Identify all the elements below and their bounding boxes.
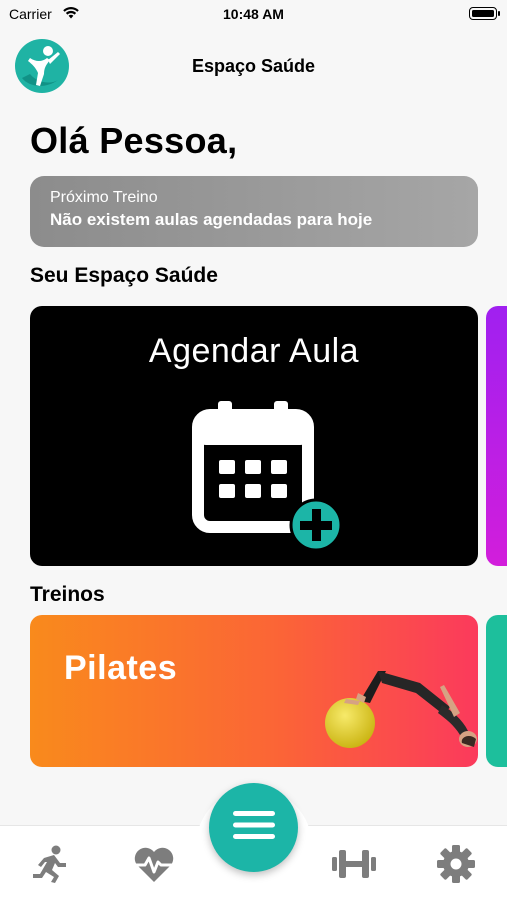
tab-workouts[interactable] bbox=[330, 846, 378, 886]
menu-button[interactable] bbox=[209, 783, 298, 872]
greeting-heading: Olá Pessoa, bbox=[30, 120, 238, 161]
schedule-class-card[interactable]: Agendar Aula bbox=[30, 306, 478, 566]
status-time: 10:48 AM bbox=[223, 6, 284, 22]
dumbbell-icon bbox=[330, 844, 378, 889]
tab-settings[interactable] bbox=[432, 844, 480, 889]
section-title-espaco-saude: Seu Espaço Saúde bbox=[30, 264, 218, 287]
pilates-card[interactable]: Pilates bbox=[30, 615, 478, 767]
schedule-class-title: Agendar Aula bbox=[148, 332, 360, 370]
heartbeat-icon bbox=[131, 844, 177, 889]
calendar-add-icon bbox=[192, 401, 343, 556]
tab-health[interactable] bbox=[130, 846, 178, 886]
gear-icon bbox=[436, 844, 476, 889]
tab-running[interactable] bbox=[26, 844, 74, 889]
next-training-label: Próximo Treino bbox=[50, 189, 158, 206]
nav-title: Espaço Saúde bbox=[191, 56, 316, 76]
next-espaco-card-peek[interactable] bbox=[486, 306, 507, 566]
next-training-card[interactable]: Próximo Treino Não existem aulas agendad… bbox=[30, 176, 478, 247]
menu-icon bbox=[232, 809, 275, 846]
section-title-treinos: Treinos bbox=[30, 583, 105, 606]
battery-icon bbox=[469, 7, 500, 20]
next-treino-card-peek[interactable] bbox=[486, 615, 507, 767]
pilates-exercise-illustration bbox=[320, 657, 478, 767]
pilates-title: Pilates bbox=[64, 649, 178, 687]
next-training-value: Não existem aulas agendadas para hoje bbox=[50, 210, 373, 229]
status-bar: Carrier 10:48 AM bbox=[0, 0, 507, 30]
running-icon bbox=[30, 844, 70, 889]
